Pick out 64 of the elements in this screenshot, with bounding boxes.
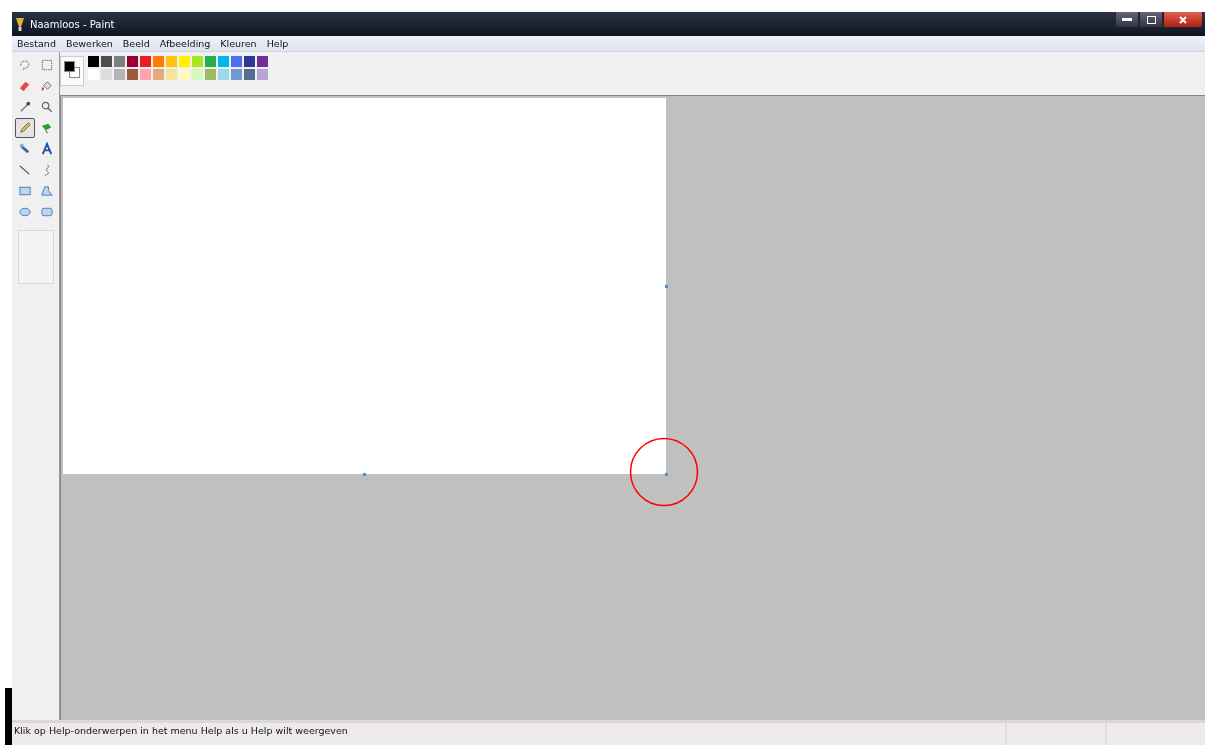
resize-handle[interactable]: [363, 473, 366, 476]
polygon-icon: [39, 184, 54, 198]
brush-icon: [39, 121, 54, 135]
color-swatch[interactable]: [153, 56, 164, 67]
color-swatch[interactable]: [218, 56, 229, 67]
line-icon: [17, 163, 32, 177]
color-swatch[interactable]: [179, 69, 190, 80]
color-swatch[interactable]: [257, 69, 268, 80]
color-swatch[interactable]: [218, 69, 229, 80]
color-swatch[interactable]: [166, 56, 177, 67]
color-swatch[interactable]: [166, 69, 177, 80]
color-swatch[interactable]: [205, 69, 216, 80]
color-swatch[interactable]: [244, 69, 255, 80]
magnifier-icon: [39, 100, 54, 114]
select-icon: [39, 58, 54, 72]
tool-options-panel: [17, 230, 54, 284]
minimize-icon: [1122, 17, 1132, 22]
text-icon: [39, 142, 54, 156]
color-swatch[interactable]: [127, 56, 138, 67]
color-swatch[interactable]: [114, 69, 125, 80]
menu-item[interactable]: Kleuren: [215, 38, 262, 49]
maximize-icon: [1146, 15, 1156, 24]
resize-handle[interactable]: [665, 285, 668, 288]
close-button[interactable]: [1163, 12, 1203, 28]
rectangle-icon: [17, 184, 32, 198]
resize-handle[interactable]: [665, 473, 668, 476]
color-swatch[interactable]: [140, 69, 151, 80]
free-select-icon: [17, 58, 32, 72]
minimize-button[interactable]: [1115, 12, 1139, 28]
drawing-canvas[interactable]: [63, 98, 666, 474]
highlight-circle: [629, 437, 699, 507]
window-title: Naamloos - Paint: [30, 18, 115, 30]
color-swatch[interactable]: [192, 56, 203, 67]
tool-button[interactable]: [14, 118, 35, 138]
color-swatch[interactable]: [179, 56, 190, 67]
ellipse-icon: [17, 205, 32, 219]
menu-item[interactable]: Afbeelding: [154, 38, 216, 49]
menu-item[interactable]: Bewerken: [60, 38, 118, 49]
pencil-icon: [17, 121, 32, 135]
color-swatch[interactable]: [127, 69, 138, 80]
status-text: Klik op Help-onderwerpen in het menu Help als u Help wilt weergeven: [13, 724, 349, 738]
maximize-button[interactable]: [1139, 12, 1163, 28]
color-swatch[interactable]: [140, 56, 151, 67]
color-swatch[interactable]: [192, 69, 203, 80]
rounded-rectangle-icon: [39, 205, 54, 219]
color-swatch[interactable]: [257, 56, 268, 67]
current-colors[interactable]: [60, 56, 84, 86]
color-swatch[interactable]: [114, 56, 125, 67]
paint-brush-icon: [14, 17, 26, 31]
fill-icon: [39, 79, 54, 93]
menu-item[interactable]: Beeld: [117, 38, 155, 49]
color-swatch[interactable]: [244, 56, 255, 67]
menu-item[interactable]: Bestand: [12, 38, 61, 49]
color-swatch[interactable]: [205, 56, 216, 67]
color-swatch[interactable]: [231, 69, 242, 80]
picker-icon: [17, 100, 32, 114]
color-swatch[interactable]: [88, 56, 99, 67]
close-icon: [1179, 15, 1187, 24]
frame-edge: [5, 688, 12, 745]
menu-item[interactable]: Help: [261, 38, 294, 49]
color-swatch[interactable]: [231, 56, 242, 67]
color-swatch[interactable]: [101, 56, 112, 67]
color-swatch[interactable]: [153, 69, 164, 80]
eraser-icon: [17, 79, 32, 93]
